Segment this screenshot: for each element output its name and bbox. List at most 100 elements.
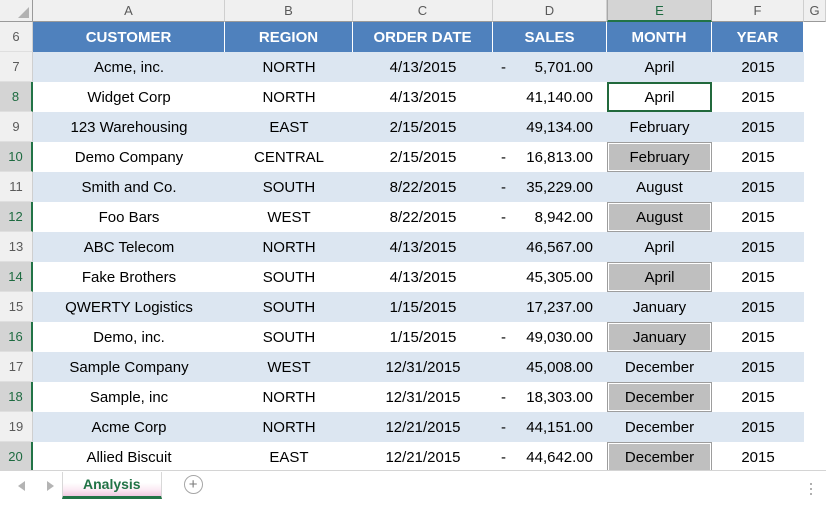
row-header-6[interactable]: 6 — [0, 22, 33, 52]
cell-g[interactable] — [804, 412, 826, 442]
cell-month[interactable]: April — [607, 262, 712, 292]
cell-sales[interactable]: - 5,701.00 — [493, 52, 607, 82]
cell-sales[interactable]: 41,140.00 — [493, 82, 607, 112]
cell-customer[interactable]: Smith and Co. — [33, 172, 225, 202]
cell-g[interactable] — [804, 172, 826, 202]
triangle-left-icon[interactable] — [18, 481, 25, 491]
cell-order-date[interactable]: 4/13/2015 — [353, 262, 493, 292]
row-header-14[interactable]: 14 — [0, 262, 33, 292]
cell-year[interactable]: 2015 — [712, 382, 804, 412]
cell-sales[interactable]: - 44,151.00 — [493, 412, 607, 442]
row-header-15[interactable]: 15 — [0, 292, 33, 322]
cell-sales[interactable]: 46,567.00 — [493, 232, 607, 262]
cell-year[interactable]: 2015 — [712, 142, 804, 172]
triangle-right-icon[interactable] — [47, 481, 54, 491]
cell-region[interactable]: NORTH — [225, 52, 353, 82]
column-header-g[interactable]: G — [804, 0, 826, 22]
select-all-button[interactable] — [0, 0, 33, 22]
cell-region[interactable]: NORTH — [225, 232, 353, 262]
cell-month[interactable]: January — [607, 292, 712, 322]
cell-customer[interactable]: Allied Biscuit — [33, 442, 225, 472]
row-header-20[interactable]: 20 — [0, 442, 33, 472]
cell-sales[interactable]: - 16,813.00 — [493, 142, 607, 172]
cell-g[interactable] — [804, 442, 826, 472]
row-header-12[interactable]: 12 — [0, 202, 33, 232]
column-title-month[interactable]: MONTH — [607, 22, 712, 52]
cell-g[interactable] — [804, 82, 826, 112]
cell-order-date[interactable]: 8/22/2015 — [353, 202, 493, 232]
cell-order-date[interactable]: 4/13/2015 — [353, 82, 493, 112]
cell-customer[interactable]: Demo, inc. — [33, 322, 225, 352]
cell-region[interactable]: CENTRAL — [225, 142, 353, 172]
cell-customer[interactable]: QWERTY Logistics — [33, 292, 225, 322]
cell-sales[interactable]: - 44,642.00 — [493, 442, 607, 472]
cell-sales[interactable]: 45,305.00 — [493, 262, 607, 292]
cell-g[interactable] — [804, 52, 826, 82]
column-title-order-date[interactable]: ORDER DATE — [353, 22, 493, 52]
cell-sales[interactable]: - 18,303.00 — [493, 382, 607, 412]
row-header-17[interactable]: 17 — [0, 352, 33, 382]
row-header-13[interactable]: 13 — [0, 232, 33, 262]
row-header-9[interactable]: 9 — [0, 112, 33, 142]
cell-year[interactable]: 2015 — [712, 292, 804, 322]
cell-customer[interactable]: Demo Company — [33, 142, 225, 172]
cell-month[interactable]: August — [607, 202, 712, 232]
cell-customer[interactable]: Foo Bars — [33, 202, 225, 232]
cell-month[interactable]: February — [607, 142, 712, 172]
cell-year[interactable]: 2015 — [712, 172, 804, 202]
cell-month[interactable]: February — [607, 112, 712, 142]
cell-customer[interactable]: Sample Company — [33, 352, 225, 382]
cell-month[interactable]: December — [607, 352, 712, 382]
column-header-d[interactable]: D — [493, 0, 607, 22]
cell-region[interactable]: WEST — [225, 202, 353, 232]
cell-region[interactable]: EAST — [225, 442, 353, 472]
row-header-8[interactable]: 8 — [0, 82, 33, 112]
cell-order-date[interactable]: 12/21/2015 — [353, 412, 493, 442]
cell-g6[interactable] — [804, 22, 826, 52]
row-header-10[interactable]: 10 — [0, 142, 33, 172]
cell-customer[interactable]: Acme, inc. — [33, 52, 225, 82]
cell-year[interactable]: 2015 — [712, 232, 804, 262]
cell-order-date[interactable]: 4/13/2015 — [353, 52, 493, 82]
cell-region[interactable]: NORTH — [225, 82, 353, 112]
cell-year[interactable]: 2015 — [712, 82, 804, 112]
cell-order-date[interactable]: 12/31/2015 — [353, 352, 493, 382]
cell-customer[interactable]: Widget Corp — [33, 82, 225, 112]
cell-region[interactable]: EAST — [225, 112, 353, 142]
cell-sales[interactable]: 17,237.00 — [493, 292, 607, 322]
cell-sales[interactable]: 49,134.00 — [493, 112, 607, 142]
cell-year[interactable]: 2015 — [712, 202, 804, 232]
cell-region[interactable]: SOUTH — [225, 262, 353, 292]
row-header-11[interactable]: 11 — [0, 172, 33, 202]
column-header-a[interactable]: A — [33, 0, 225, 22]
cell-g[interactable] — [804, 232, 826, 262]
sheet-tab-analysis[interactable]: Analysis — [62, 472, 162, 499]
cell-region[interactable]: SOUTH — [225, 322, 353, 352]
column-header-e[interactable]: E — [607, 0, 712, 22]
cell-month[interactable]: January — [607, 322, 712, 352]
column-header-b[interactable]: B — [225, 0, 353, 22]
cell-g[interactable] — [804, 322, 826, 352]
cell-customer[interactable]: ABC Telecom — [33, 232, 225, 262]
row-header-18[interactable]: 18 — [0, 382, 33, 412]
cell-sales[interactable]: - 49,030.00 — [493, 322, 607, 352]
column-title-sales[interactable]: SALES — [493, 22, 607, 52]
column-header-f[interactable]: F — [712, 0, 804, 22]
cell-year[interactable]: 2015 — [712, 52, 804, 82]
cell-sales[interactable]: - 35,229.00 — [493, 172, 607, 202]
plus-circle-icon[interactable]: + — [183, 475, 203, 494]
cell-month[interactable]: April — [607, 52, 712, 82]
cell-order-date[interactable]: 12/31/2015 — [353, 382, 493, 412]
cell-order-date[interactable]: 2/15/2015 — [353, 112, 493, 142]
cell-g[interactable] — [804, 142, 826, 172]
cell-g[interactable] — [804, 112, 826, 142]
cell-order-date[interactable]: 8/22/2015 — [353, 172, 493, 202]
cell-year[interactable]: 2015 — [712, 262, 804, 292]
cell-month[interactable]: April — [607, 232, 712, 262]
cell-g[interactable] — [804, 262, 826, 292]
cell-order-date[interactable]: 2/15/2015 — [353, 142, 493, 172]
cell-year[interactable]: 2015 — [712, 412, 804, 442]
cell-month[interactable]: August — [607, 172, 712, 202]
row-header-7[interactable]: 7 — [0, 52, 33, 82]
cell-g[interactable] — [804, 202, 826, 232]
